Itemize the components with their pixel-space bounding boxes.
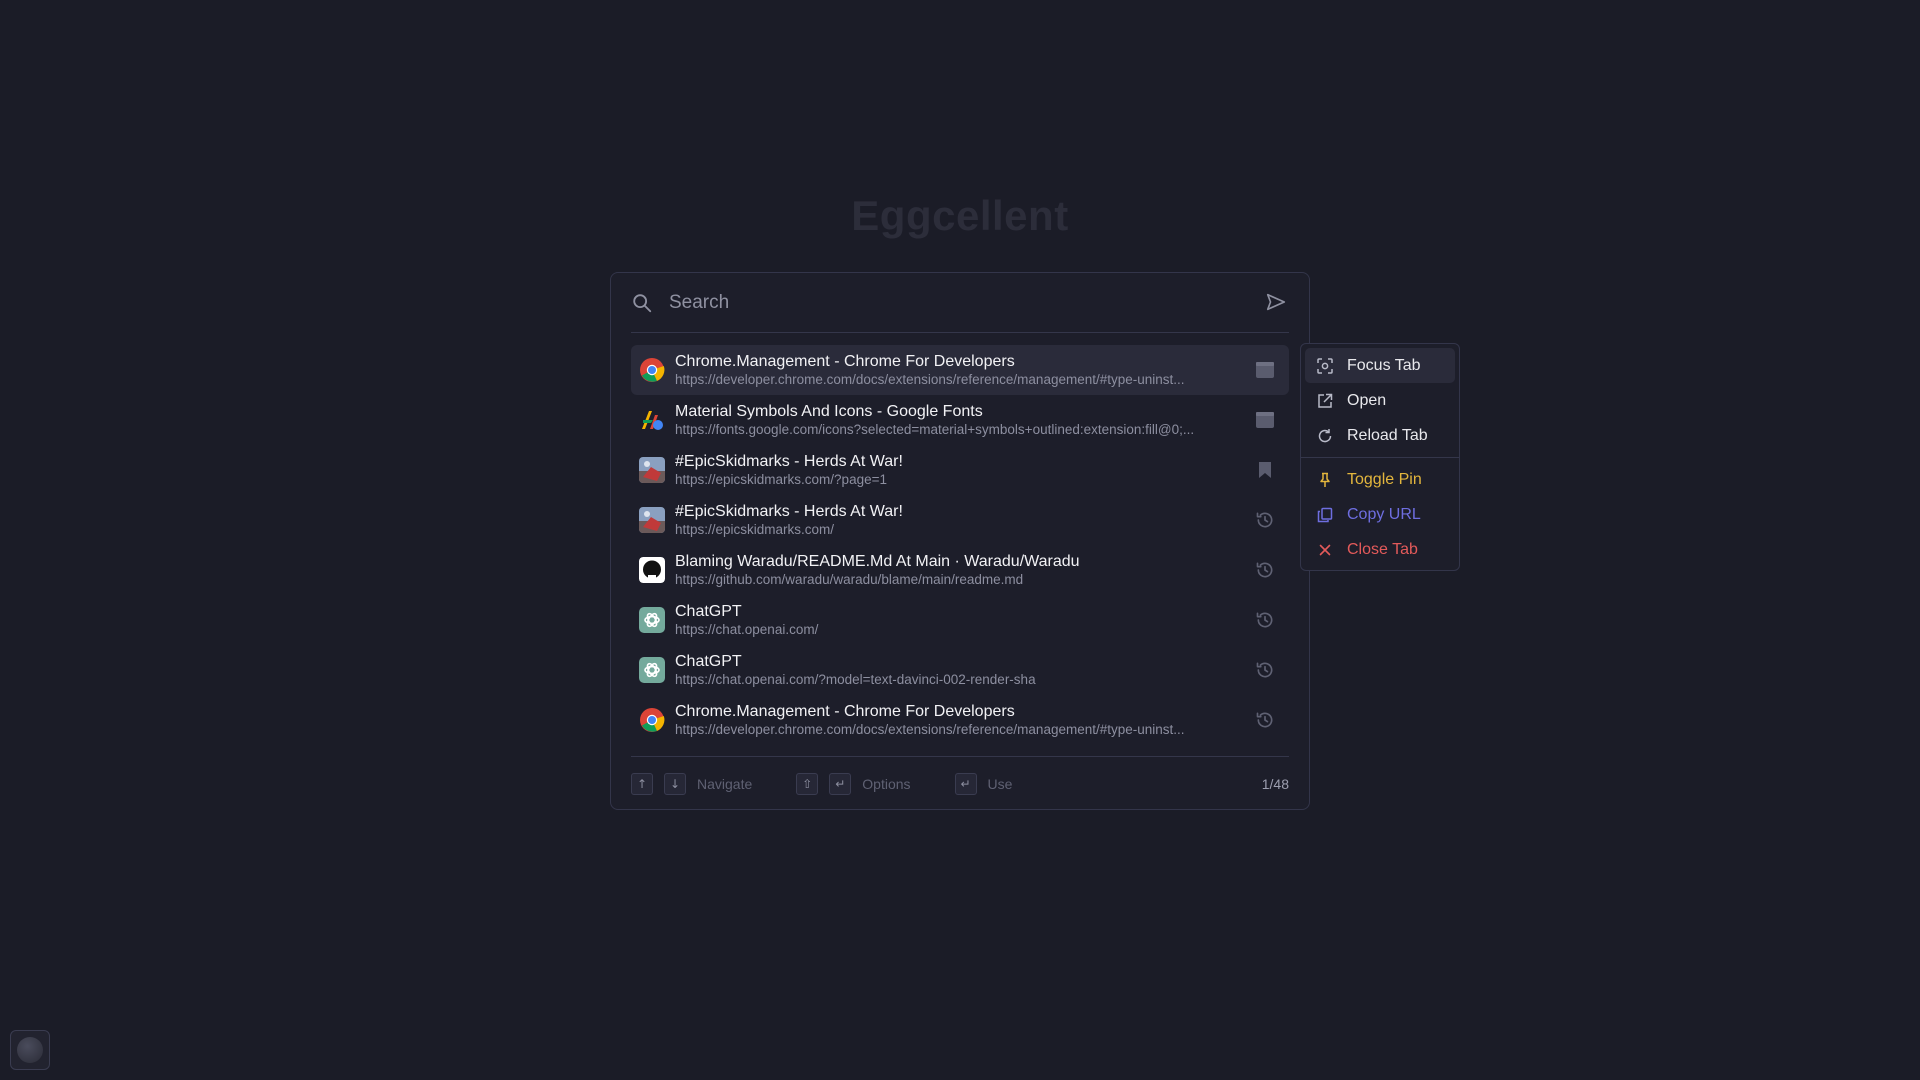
tab-icon[interactable] — [1253, 408, 1277, 432]
openai-icon — [639, 657, 665, 683]
result-row[interactable]: Material Symbols And Icons - Google Font… — [631, 395, 1289, 445]
result-row[interactable]: #EpicSkidmarks - Herds At War! https://e… — [631, 495, 1289, 545]
search-bar — [631, 273, 1289, 333]
result-title: Chrome.Management - Chrome For Developer… — [675, 353, 1015, 370]
menu-item-label: Reload Tab — [1347, 426, 1428, 444]
theme-toggle-button[interactable] — [10, 1030, 50, 1070]
menu-item-close-tab[interactable]: Close Tab — [1305, 532, 1455, 567]
result-title: ChatGPT — [675, 603, 742, 620]
result-title: #EpicSkidmarks - Herds At War! — [675, 453, 903, 470]
result-title: Material Symbols And Icons - Google Font… — [675, 403, 983, 420]
history-icon[interactable] — [1253, 708, 1277, 732]
menu-item-copy-url[interactable]: Copy URL — [1305, 497, 1455, 532]
history-icon[interactable] — [1253, 658, 1277, 682]
use-hint: Use — [987, 775, 1013, 792]
result-title: Blaming Waradu/README.Md At Main · Warad… — [675, 553, 1080, 570]
result-title: Chrome.Management - Chrome For Developer… — [675, 703, 1015, 720]
history-icon[interactable] — [1253, 508, 1277, 532]
result-row[interactable]: ChatGPT https://chat.openai.com/?model=t… — [631, 645, 1289, 695]
send-icon[interactable] — [1265, 291, 1289, 315]
openai-icon — [639, 607, 665, 633]
reload-icon — [1317, 428, 1333, 444]
context-menu: Focus Tab Open Reload Tab Toggle Pin Cop… — [1300, 343, 1460, 571]
github-icon — [639, 557, 665, 583]
result-row[interactable]: Chrome.Management - Chrome For Developer… — [631, 345, 1289, 395]
enter-key: ↵ — [954, 772, 977, 795]
menu-item-label: Open — [1347, 391, 1387, 409]
open-external-icon — [1317, 393, 1333, 409]
close-icon — [1317, 542, 1333, 558]
result-row[interactable]: #EpicSkidmarks - Herds At War! https://e… — [631, 445, 1289, 495]
menu-item-label: Copy URL — [1347, 505, 1421, 523]
epicskidmarks-icon — [639, 457, 665, 483]
menu-item-open[interactable]: Open — [1305, 383, 1455, 418]
menu-item-label: Close Tab — [1347, 540, 1418, 558]
result-url: https://epicskidmarks.com/ — [675, 522, 835, 537]
enter-key: ↵ — [829, 772, 852, 795]
result-title: ChatGPT — [675, 653, 742, 670]
result-url: https://chat.openai.com/?model=text-davi… — [675, 672, 1036, 687]
up-arrow-key: ↑ — [631, 772, 653, 795]
shift-key: ⇧ — [796, 772, 819, 795]
menu-item-focus-tab[interactable]: Focus Tab — [1305, 348, 1455, 383]
result-url: https://fonts.google.com/icons?selected=… — [675, 422, 1195, 437]
history-icon[interactable] — [1253, 608, 1277, 632]
history-icon[interactable] — [1253, 558, 1277, 582]
command-palette: Chrome.Management - Chrome For Developer… — [610, 272, 1310, 810]
search-input[interactable] — [669, 282, 1265, 323]
google-fonts-icon — [639, 407, 665, 433]
menu-item-reload-tab[interactable]: Reload Tab — [1305, 418, 1455, 453]
options-hint: Options — [862, 775, 911, 792]
app-title: Eggcellent — [851, 192, 1069, 239]
result-row[interactable]: ChatGPT https://chat.openai.com/ — [631, 595, 1289, 645]
results-list: Chrome.Management - Chrome For Developer… — [631, 345, 1289, 745]
menu-item-label: Focus Tab — [1347, 356, 1421, 374]
result-url: https://epicskidmarks.com/?page=1 — [675, 472, 887, 487]
pin-icon — [1317, 472, 1333, 488]
menu-item-label: Toggle Pin — [1347, 470, 1422, 488]
chrome-icon — [639, 357, 665, 383]
bookmark-icon[interactable] — [1253, 458, 1277, 482]
result-counter: 1/48 — [1261, 775, 1289, 792]
result-url: https://developer.chrome.com/docs/extens… — [675, 722, 1185, 737]
moon-icon — [17, 1037, 43, 1063]
menu-item-toggle-pin[interactable]: Toggle Pin — [1305, 462, 1455, 497]
copy-icon — [1317, 507, 1333, 523]
focus-icon — [1317, 357, 1333, 374]
navigate-hint: Navigate — [697, 775, 753, 792]
keyboard-hints-footer: ↑ ↓ Navigate ⇧ ↵ Options ↵ Use 1/48 — [631, 756, 1289, 810]
epicskidmarks-icon — [639, 507, 665, 533]
result-row[interactable]: Chrome.Management - Chrome For Developer… — [631, 695, 1289, 745]
tab-icon[interactable] — [1253, 358, 1277, 382]
result-row[interactable]: Blaming Waradu/README.Md At Main · Warad… — [631, 545, 1289, 595]
result-url: https://developer.chrome.com/docs/extens… — [675, 372, 1185, 387]
result-title: #EpicSkidmarks - Herds At War! — [675, 503, 903, 520]
result-url: https://github.com/waradu/waradu/blame/m… — [675, 572, 1024, 587]
search-icon — [631, 292, 653, 314]
result-url: https://chat.openai.com/ — [675, 622, 819, 637]
menu-divider — [1301, 457, 1459, 458]
chrome-icon — [639, 707, 665, 733]
down-arrow-key: ↓ — [664, 772, 686, 795]
